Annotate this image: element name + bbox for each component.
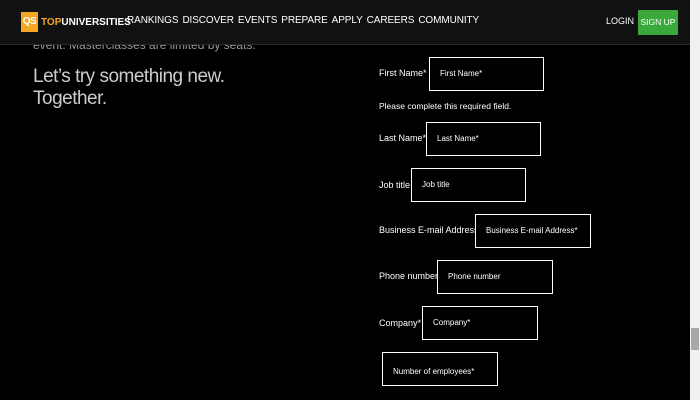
last-name-input[interactable]: Last Name*: [426, 122, 541, 156]
main-nav: RANKINGS DISCOVER EVENTS PREPARE APPLY C…: [127, 15, 479, 26]
company-label: Company*: [379, 318, 422, 328]
nav-prepare[interactable]: PREPARE: [281, 15, 327, 26]
nav-discover[interactable]: DISCOVER: [182, 15, 234, 26]
tagline: Let’s try something new. Together.: [33, 66, 225, 110]
tagline-line-2: Together.: [33, 88, 107, 109]
page-scrollbar[interactable]: [690, 0, 700, 400]
logo-wordmark-rest: UNIVERSITIES: [61, 16, 131, 28]
nav-community[interactable]: COMMUNITY: [418, 15, 479, 26]
top-navigation-bar: QS TOPUNIVERSITIES RANKINGS DISCOVER EVE…: [0, 0, 690, 45]
nav-rankings[interactable]: RANKINGS: [127, 15, 179, 26]
qs-logo-icon: QS: [21, 12, 38, 32]
nav-careers[interactable]: CAREERS: [367, 15, 415, 26]
last-name-label: Last Name*: [379, 133, 427, 143]
business-email-label: Business E-mail Address*: [379, 225, 483, 235]
logo-wordmark-top: TOP: [41, 16, 62, 28]
scrollbar-thumb[interactable]: [691, 328, 699, 350]
tagline-line-1: Let’s try something new.: [33, 66, 225, 87]
first-name-error: Please complete this required field.: [379, 101, 512, 111]
number-of-employees-select[interactable]: Number of employees*: [382, 352, 498, 386]
logo-wordmark: TOPUNIVERSITIES: [41, 17, 131, 28]
nav-apply[interactable]: APPLY: [332, 15, 363, 26]
first-name-input[interactable]: First Name*: [429, 57, 544, 91]
sign-up-button[interactable]: SIGN UP: [638, 10, 678, 35]
nav-events[interactable]: EVENTS: [238, 15, 278, 26]
job-title-input[interactable]: Job title: [411, 168, 526, 202]
phone-number-label: Phone number: [379, 271, 439, 281]
login-link[interactable]: LOGIN: [606, 16, 634, 26]
first-name-label: First Name*: [379, 68, 427, 78]
page: QS TOPUNIVERSITIES RANKINGS DISCOVER EVE…: [0, 0, 700, 400]
company-input[interactable]: Company*: [422, 306, 538, 340]
topuniversities-logo[interactable]: QS TOPUNIVERSITIES: [21, 12, 131, 32]
phone-number-input[interactable]: Phone number: [437, 260, 553, 294]
business-email-input[interactable]: Business E-mail Address*: [475, 214, 591, 248]
job-title-label: Job title: [379, 180, 411, 190]
